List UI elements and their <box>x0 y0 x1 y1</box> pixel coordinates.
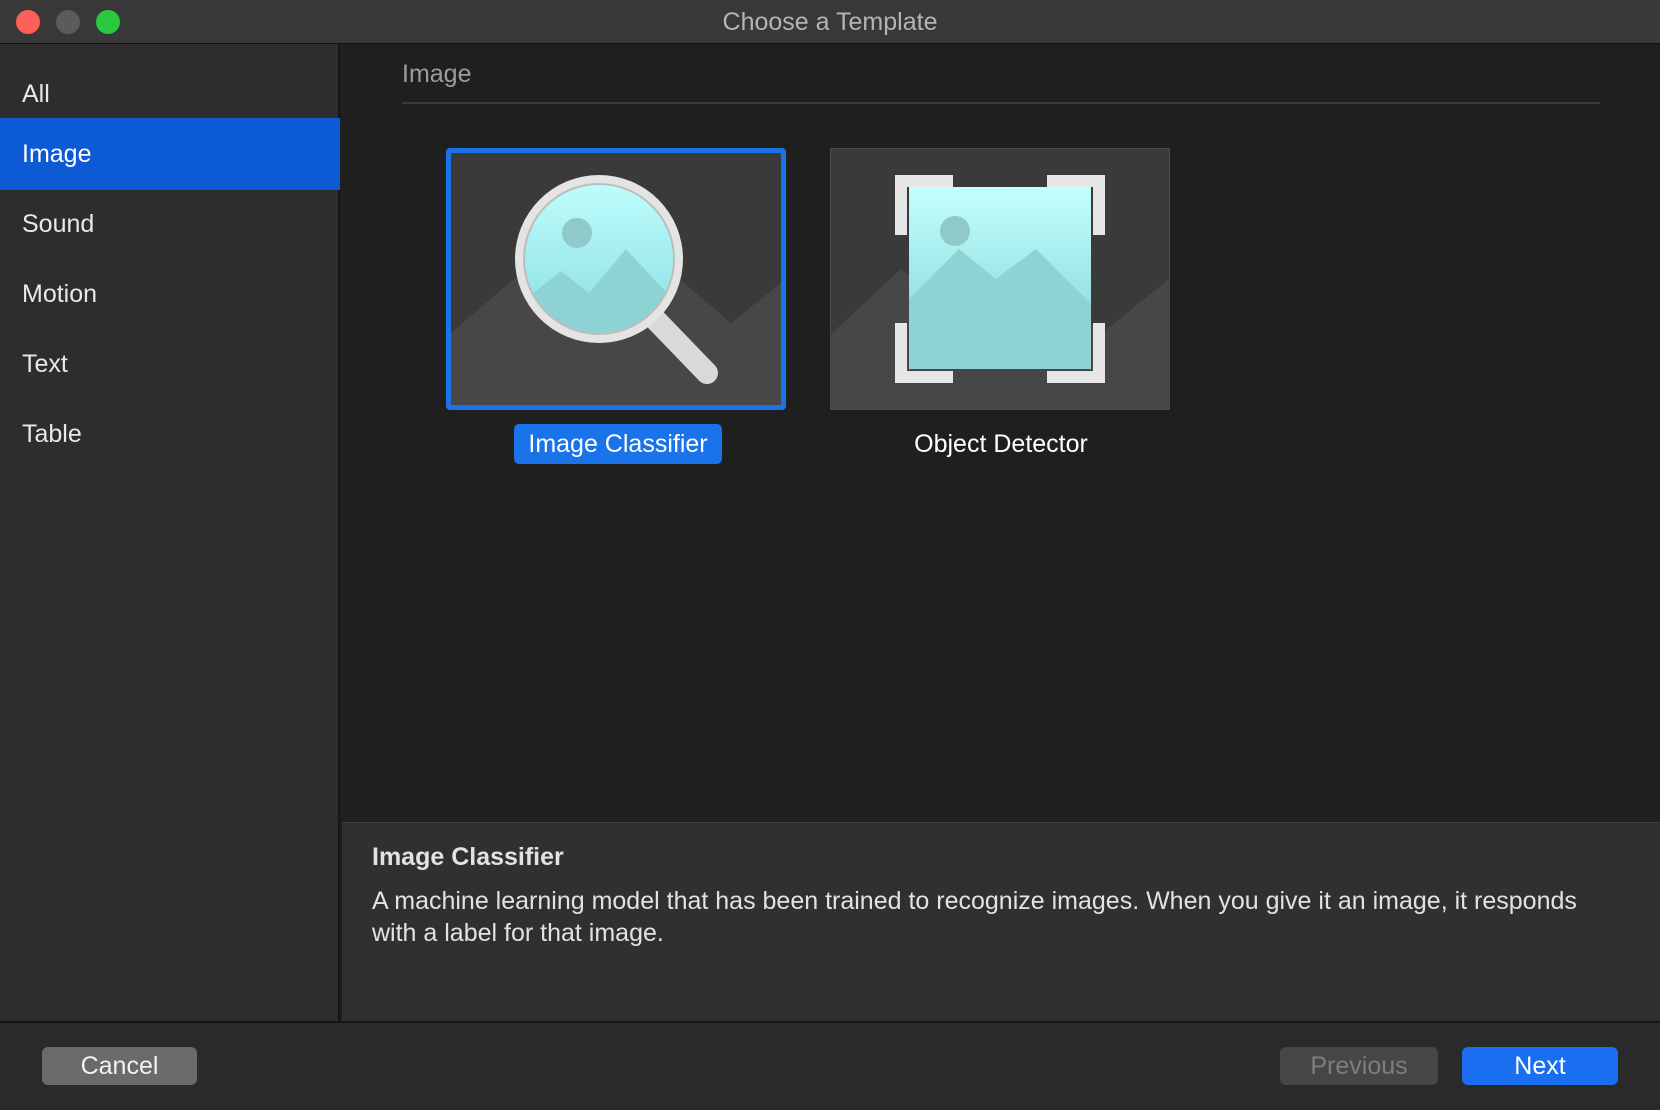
next-button[interactable]: Next <box>1462 1047 1618 1085</box>
window-title: Choose a Template <box>722 8 938 36</box>
image-magnifier-icon <box>451 175 781 405</box>
previous-button[interactable]: Previous <box>1280 1047 1438 1085</box>
template-image-classifier[interactable] <box>446 148 786 410</box>
template-label-image-classifier[interactable]: Image Classifier <box>514 424 722 464</box>
sidebar-item-table[interactable]: Table <box>0 398 340 470</box>
description-title: Image Classifier <box>372 843 564 871</box>
description-text: A machine learning model that has been t… <box>372 887 1577 947</box>
sidebar-item-motion[interactable]: Motion <box>0 258 340 330</box>
title-bar: Choose a Template <box>0 0 1660 44</box>
sidebar-item-sound[interactable]: Sound <box>0 188 340 260</box>
template-object-detector[interactable] <box>830 148 1170 410</box>
cancel-button[interactable]: Cancel <box>42 1047 197 1085</box>
template-chooser-window: Choose a Template All Image Sound Motion… <box>0 0 1660 1110</box>
sidebar-item-text[interactable]: Text <box>0 328 340 400</box>
dialog-footer: Cancel Previous Next <box>0 1021 1660 1110</box>
template-description-panel: Image Classifier A machine learning mode… <box>342 822 1660 1021</box>
sidebar-item-image[interactable]: Image <box>0 118 340 190</box>
template-label-object-detector[interactable]: Object Detector <box>858 424 1144 464</box>
section-heading: Image <box>402 60 472 88</box>
section-divider <box>402 102 1600 104</box>
template-area: Image Image Classifier Object Detector <box>342 44 1660 822</box>
category-sidebar: All Image Sound Motion Text Table <box>0 44 340 1021</box>
image-detection-frame-icon <box>831 175 1169 409</box>
